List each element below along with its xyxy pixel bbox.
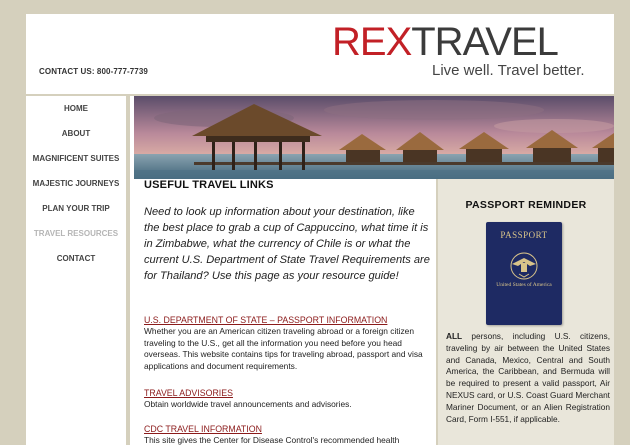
logo-travel: TRAVEL <box>411 20 559 64</box>
main-nav: HOME ABOUT MAGNIFICENT SUITES MAJESTIC J… <box>26 96 130 445</box>
sidebar-title: PASSPORT REMINDER <box>465 199 587 211</box>
nav-item-majestic-journeys[interactable]: MAJESTIC JOURNEYS <box>26 174 126 199</box>
main-content: USEFUL TRAVEL LINKS Need to look up info… <box>134 179 436 445</box>
passport-country-label: United States of America <box>496 282 552 288</box>
link-item-cdc: CDC TRAVEL INFORMATION This site gives t… <box>144 424 432 445</box>
cdc-info-desc: This site gives the Center for Disease C… <box>144 435 400 445</box>
nav-item-travel-resources[interactable]: TRAVEL RESOURCES <box>26 224 126 249</box>
cdc-info-link[interactable]: CDC TRAVEL INFORMATION <box>144 424 432 435</box>
nav-item-home[interactable]: HOME <box>26 99 126 124</box>
nav-item-magnificent-suites[interactable]: MAGNIFICENT SUITES <box>26 149 126 174</box>
nav-item-contact[interactable]: CONTACT <box>26 249 126 274</box>
link-item-advisories: TRAVEL ADVISORIES Obtain worldwide trave… <box>144 388 432 411</box>
nav-item-plan-your-trip[interactable]: PLAN YOUR TRIP <box>26 199 126 224</box>
page-title: USEFUL TRAVEL LINKS <box>144 179 274 191</box>
passport-reminder-text: ALL persons, including U.S. citizens, tr… <box>446 331 610 425</box>
logo-rex: REX <box>332 20 412 64</box>
nav-item-about[interactable]: ABOUT <box>26 124 126 149</box>
page: CONTACT US: 800-777-7739 REXTRAVEL Live … <box>26 14 614 445</box>
link-item-passport: U.S. DEPARTMENT OF STATE – PASSPORT INFO… <box>144 315 432 372</box>
tagline: Live well. Travel better. <box>432 62 585 79</box>
travel-advisories-desc: Obtain worldwide travel announcements an… <box>144 399 352 409</box>
passport-reminder-sidebar: PASSPORT REMINDER PASSPORT United States… <box>436 179 614 445</box>
passport-info-desc: Whether you are an American citizen trav… <box>144 326 423 371</box>
eagle-seal-icon <box>510 252 538 280</box>
emphasis-all: ALL <box>446 331 463 341</box>
site-logo[interactable]: REXTRAVEL <box>332 20 559 64</box>
passport-image: PASSPORT United States of America <box>486 222 562 325</box>
overwater-bungalows-photo <box>134 96 614 179</box>
contact-phone[interactable]: CONTACT US: 800-777-7739 <box>39 67 148 76</box>
reminder-body: persons, including U.S. citizens, travel… <box>446 331 610 424</box>
travel-advisories-link[interactable]: TRAVEL ADVISORIES <box>144 388 432 399</box>
passport-info-link[interactable]: U.S. DEPARTMENT OF STATE – PASSPORT INFO… <box>144 315 432 326</box>
intro-text: Need to look up information about your d… <box>144 206 430 282</box>
site-header: CONTACT US: 800-777-7739 REXTRAVEL Live … <box>26 14 614 94</box>
banner-image <box>134 96 614 179</box>
